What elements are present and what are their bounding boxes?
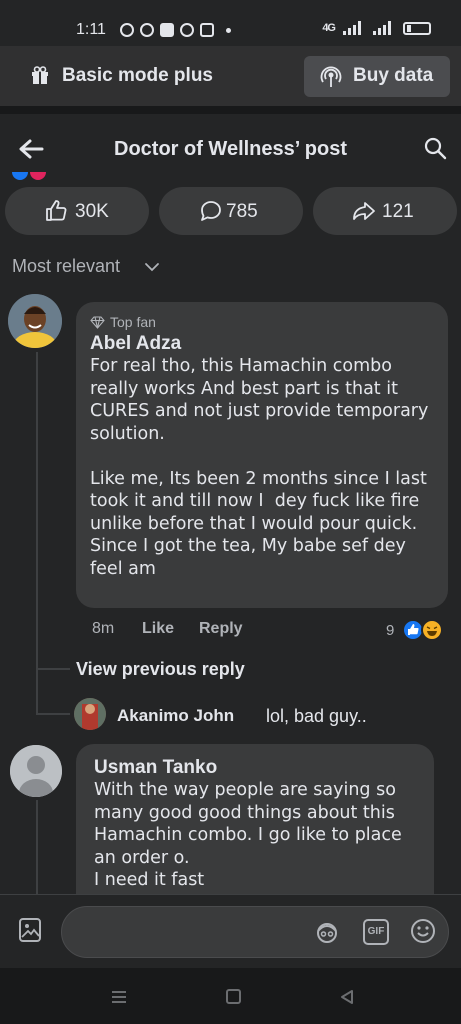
- gif-icon[interactable]: GIF: [363, 919, 389, 945]
- recent-apps-icon[interactable]: [111, 990, 127, 1004]
- like-comment-button[interactable]: Like: [142, 620, 174, 638]
- battery-icon: .: [403, 21, 431, 35]
- emoji-icon[interactable]: [409, 917, 437, 945]
- status-bar: 1:11 4G .: [0, 0, 461, 46]
- avatar-sticker-icon[interactable]: [313, 920, 341, 944]
- post-header: Doctor of Wellness’ post: [0, 106, 461, 182]
- thread-branch: [36, 668, 70, 670]
- thread-line: [36, 800, 38, 900]
- diamond-icon: [90, 315, 105, 329]
- reaction-count[interactable]: 9: [386, 622, 394, 639]
- share-count: 121: [382, 201, 414, 222]
- back-triangle-icon[interactable]: [339, 989, 355, 1005]
- reply-avatar[interactable]: [74, 698, 106, 730]
- thread-branch: [36, 713, 70, 715]
- share-arrow-icon: [353, 202, 375, 220]
- sort-selector[interactable]: Most relevant: [12, 256, 120, 277]
- network-type-label: 4G: [322, 22, 336, 34]
- whatsapp-notification-icon: [180, 23, 194, 37]
- comment-input[interactable]: [61, 906, 449, 958]
- more-notifications-dot: [226, 27, 231, 33]
- comment-bubble-icon: [201, 201, 221, 221]
- notification-icons: [120, 23, 231, 37]
- comment-text: With the way people are saying so many g…: [94, 780, 402, 890]
- avatar-placeholder[interactable]: [10, 745, 62, 797]
- broadcast-icon: [320, 66, 342, 87]
- avatar[interactable]: [8, 294, 62, 348]
- home-icon[interactable]: [226, 989, 241, 1004]
- instagram-notification-icon: [200, 23, 214, 37]
- like-count-button[interactable]: 30K: [5, 187, 149, 235]
- thumbs-up-icon: [46, 200, 67, 221]
- search-icon[interactable]: [423, 136, 447, 160]
- status-right: 4G .: [322, 21, 431, 35]
- reply-profile-photo: [74, 698, 106, 730]
- reaction-summary-icons: [12, 172, 46, 180]
- comment-text: For real tho, this Hamachin combo really…: [90, 356, 429, 579]
- reply-comment-button[interactable]: Reply: [199, 620, 243, 638]
- post-actions: 30K 785 121: [0, 187, 461, 235]
- signal-icon-2: [373, 21, 391, 35]
- signal-icon: [343, 21, 361, 35]
- comment-author[interactable]: Usman Tanko: [94, 757, 416, 779]
- comment-time: 8m: [92, 620, 115, 637]
- default-user-icon: [10, 745, 62, 797]
- comment-count: 785: [226, 201, 258, 222]
- buy-data-button[interactable]: Buy data: [304, 56, 450, 97]
- comment-bubble[interactable]: Usman Tanko With the way people are sayi…: [76, 744, 434, 904]
- system-navigation-bar: [0, 968, 461, 1024]
- basic-mode-bar: Basic mode plus Buy data: [0, 46, 461, 106]
- comment-composer: GIF: [0, 894, 461, 968]
- view-previous-reply-link[interactable]: View previous reply: [76, 659, 245, 680]
- comment-count-button[interactable]: 785: [159, 187, 303, 235]
- reply-author[interactable]: Akanimo John: [117, 706, 234, 726]
- facebook-notification-icon: [140, 23, 154, 37]
- chevron-down-icon[interactable]: [144, 261, 160, 273]
- haha-reaction-icon: [421, 619, 443, 641]
- shield-notification-icon: [160, 23, 174, 37]
- chat-notification-icon: [120, 23, 134, 37]
- buy-data-label: Buy data: [353, 65, 434, 86]
- gift-icon: [32, 66, 48, 84]
- status-time: 1:11: [76, 21, 106, 38]
- reply-text: lol, bad guy..: [266, 706, 367, 726]
- share-count-button[interactable]: 121: [313, 187, 457, 235]
- top-fan-label: Top fan: [110, 314, 156, 330]
- top-fan-badge: Top fan: [90, 314, 434, 330]
- page-title: Doctor of Wellness’ post: [114, 138, 347, 160]
- comment-bubble[interactable]: Top fan Abel Adza For real tho, this Ham…: [76, 302, 448, 608]
- basic-mode-label: Basic mode plus: [62, 65, 213, 86]
- profile-photo: [8, 294, 62, 348]
- like-count: 30K: [75, 201, 109, 222]
- photo-icon[interactable]: [18, 917, 42, 943]
- comment-author[interactable]: Abel Adza: [90, 333, 434, 355]
- thread-line: [36, 352, 38, 714]
